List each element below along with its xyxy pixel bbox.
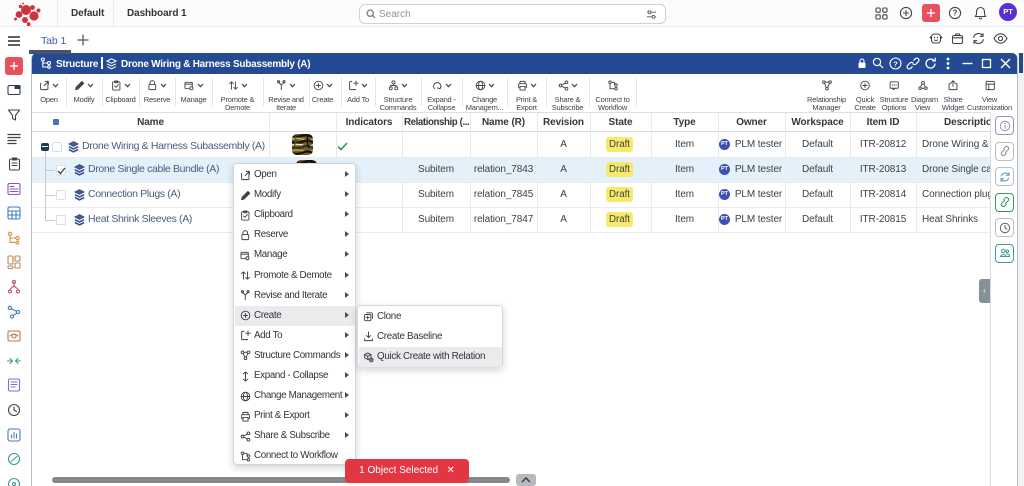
svg-text:?: ? (893, 59, 898, 68)
svg-text:?: ? (953, 9, 958, 18)
